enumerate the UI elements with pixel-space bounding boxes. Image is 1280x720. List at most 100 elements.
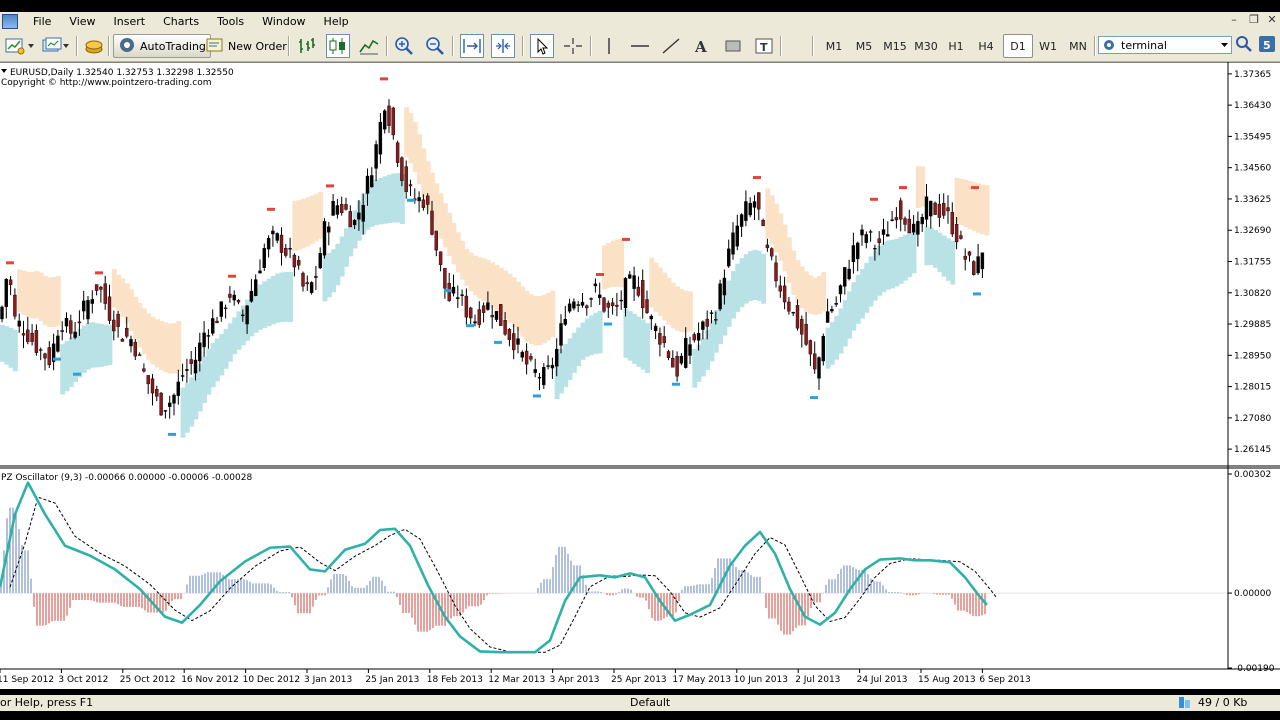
candle-bear xyxy=(39,349,43,351)
candlestick-icon[interactable] xyxy=(326,34,350,58)
trend-band xyxy=(51,276,57,327)
trend-band xyxy=(68,337,74,388)
market-watch-icon[interactable] xyxy=(82,34,106,58)
timeframe-d1[interactable]: D1 xyxy=(1003,34,1033,58)
horizontal-line-icon[interactable] xyxy=(628,34,652,58)
trend-band xyxy=(21,270,27,315)
candle-bear xyxy=(305,282,309,285)
search-input[interactable] xyxy=(1119,38,1223,52)
chart-shift-icon[interactable] xyxy=(491,34,515,58)
profiles-icon[interactable] xyxy=(40,34,64,58)
rectangle-icon[interactable] xyxy=(721,34,745,58)
candle-bear xyxy=(133,341,138,357)
timeframe-h1[interactable]: H1 xyxy=(941,34,971,58)
candle-bear xyxy=(585,305,589,309)
candle-bear xyxy=(946,207,950,212)
trend-band xyxy=(842,300,848,347)
trend-band xyxy=(533,295,539,346)
candle-bull xyxy=(361,204,365,222)
chevron-down-icon[interactable] xyxy=(27,34,35,58)
restore-icon[interactable]: ❐ xyxy=(1246,13,1262,27)
timeframe-m1[interactable]: M1 xyxy=(819,34,849,58)
candle-bull xyxy=(911,223,916,233)
timeframe-h4[interactable]: H4 xyxy=(971,34,1001,58)
candle-bull xyxy=(335,205,340,215)
autoscroll-icon[interactable] xyxy=(460,34,484,58)
menu-charts[interactable]: Charts xyxy=(154,12,208,31)
candle-bull xyxy=(679,355,684,364)
timeframe-m30[interactable]: M30 xyxy=(911,34,941,58)
community-icon[interactable]: 5 xyxy=(1257,34,1277,54)
trend-band xyxy=(933,229,938,268)
trend-band xyxy=(438,193,444,239)
line-chart-icon[interactable] xyxy=(357,34,381,58)
trendline-icon[interactable] xyxy=(659,34,683,58)
zoom-out-icon[interactable] xyxy=(423,34,447,58)
candle-bull xyxy=(873,247,877,250)
autotrading-icon xyxy=(118,37,136,56)
bar-chart-icon[interactable] xyxy=(295,34,319,58)
trend-band xyxy=(374,179,379,226)
search-icon[interactable] xyxy=(1234,34,1254,54)
trend-band xyxy=(215,338,220,382)
timeframe-w1[interactable]: W1 xyxy=(1033,34,1063,58)
chart-dropdown-icon[interactable] xyxy=(1,69,7,73)
trend-band xyxy=(189,377,195,427)
vertical-line-icon[interactable] xyxy=(597,34,621,58)
trend-band xyxy=(584,318,590,357)
candle-bull xyxy=(537,376,542,379)
chart-canvas[interactable]: 1.37365 1.36430 1.35495 1.34560 1.33625 1.326… xyxy=(0,61,1280,689)
trend-band xyxy=(679,289,685,333)
trend-band xyxy=(860,269,865,319)
trend-band xyxy=(77,328,83,378)
candle-bull xyxy=(0,306,4,320)
trend-band xyxy=(451,222,457,265)
candle-bull xyxy=(791,311,795,314)
new-chart-icon[interactable] xyxy=(3,34,27,58)
trend-band xyxy=(176,321,182,372)
close-icon[interactable]: ✕ xyxy=(1264,13,1280,27)
candle-bear xyxy=(524,350,529,365)
menu-help[interactable]: Help xyxy=(315,12,358,31)
crosshair-icon[interactable] xyxy=(561,34,585,58)
menu-window[interactable]: Window xyxy=(253,12,314,31)
price-label: 1.30820 xyxy=(1234,289,1271,299)
trend-band xyxy=(421,148,427,198)
candle-bull xyxy=(253,279,258,296)
candle-bear xyxy=(899,200,903,220)
candle-bear xyxy=(692,334,696,341)
menu-tools[interactable]: Tools xyxy=(208,12,253,31)
text-label-icon[interactable]: T xyxy=(752,34,776,58)
candle-bull xyxy=(722,277,727,296)
autotrading-button[interactable]: AutoTrading xyxy=(113,34,211,58)
chart-window[interactable]: 1.37365 1.36430 1.35495 1.34560 1.33625 1.326… xyxy=(0,61,1280,689)
timeframe-m5[interactable]: M5 xyxy=(849,34,879,58)
trend-band xyxy=(43,276,48,326)
candle-bull xyxy=(473,321,477,324)
settings-gear-icon[interactable] xyxy=(1101,38,1117,52)
trend-band xyxy=(817,276,822,315)
menu-view[interactable]: View xyxy=(60,12,104,31)
date-label: 25 Apr 2013 xyxy=(611,675,667,685)
trend-band xyxy=(262,281,268,328)
candle-bull xyxy=(881,229,886,235)
trend-band xyxy=(808,275,814,315)
candle-bull xyxy=(249,290,254,302)
menu-insert[interactable]: Insert xyxy=(105,12,155,31)
timeframe-mn[interactable]: MN xyxy=(1063,34,1093,58)
candle-bear xyxy=(636,286,641,296)
app-icon[interactable] xyxy=(2,14,18,29)
trend-band xyxy=(391,173,397,223)
chevron-down-icon[interactable] xyxy=(1220,40,1229,53)
swing-high-marker xyxy=(870,197,878,201)
chevron-down-icon[interactable] xyxy=(62,34,70,58)
connection-icon[interactable] xyxy=(1178,696,1192,712)
minimize-icon[interactable]: – xyxy=(1226,13,1242,27)
timeframe-m15[interactable]: M15 xyxy=(880,34,910,58)
candle-bull xyxy=(593,283,598,287)
cursor-icon[interactable] xyxy=(530,34,554,58)
zoom-in-icon[interactable] xyxy=(392,34,416,58)
menu-file[interactable]: File xyxy=(24,12,60,31)
text-icon[interactable]: A xyxy=(690,34,714,58)
new-order-button[interactable]: New Order xyxy=(206,34,287,58)
